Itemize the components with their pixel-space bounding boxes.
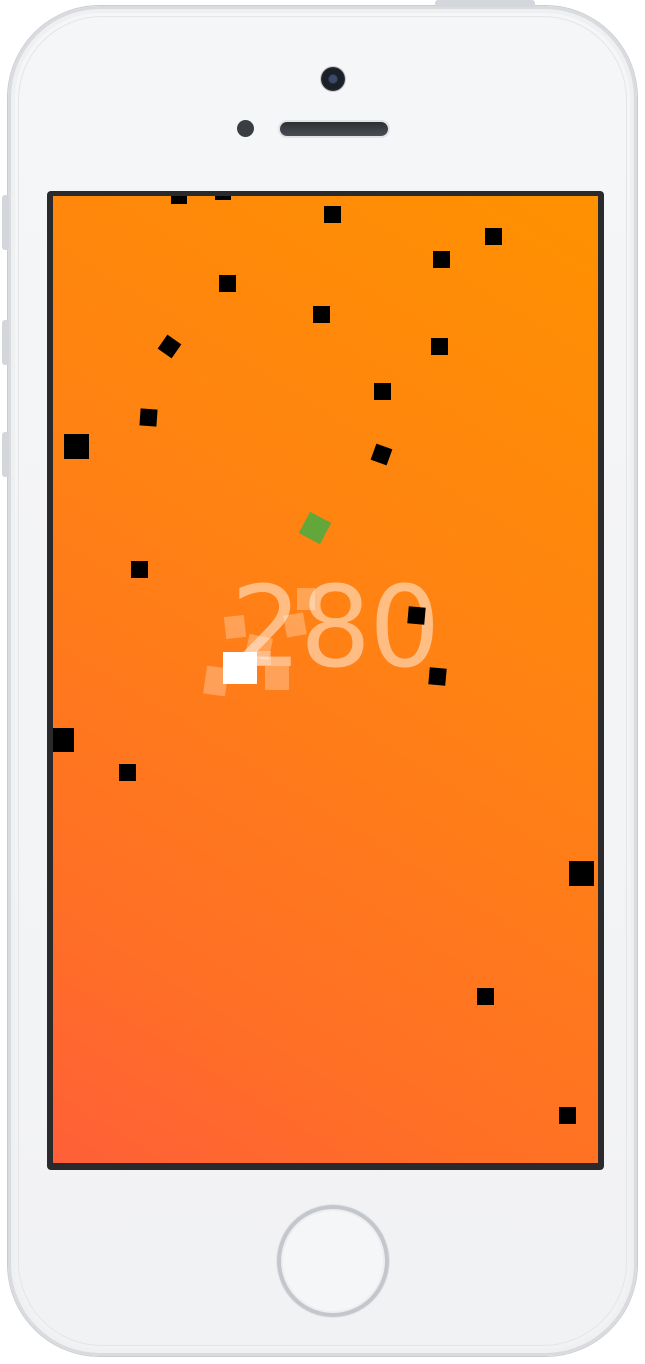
front-camera-icon xyxy=(321,67,345,91)
proximity-sensor-icon xyxy=(237,120,254,137)
obstacle xyxy=(119,764,136,781)
obstacle xyxy=(157,334,182,359)
player-trail xyxy=(297,588,315,610)
power-button xyxy=(435,0,535,7)
player-square xyxy=(223,652,257,684)
obstacle xyxy=(374,383,391,400)
earpiece-speaker-icon xyxy=(280,122,388,136)
obstacle xyxy=(219,275,236,292)
mute-switch xyxy=(2,195,9,250)
obstacle xyxy=(370,443,393,466)
obstacle xyxy=(324,206,341,223)
obstacle xyxy=(131,561,148,578)
obstacle xyxy=(485,228,502,245)
obstacle xyxy=(64,434,89,459)
obstacle xyxy=(313,306,330,323)
target-square xyxy=(298,511,332,545)
home-button-icon[interactable] xyxy=(277,1205,389,1317)
obstacle xyxy=(431,338,448,355)
game-screenshot: 280 xyxy=(0,0,645,1364)
obstacle xyxy=(477,988,494,1005)
obstacle xyxy=(215,196,231,200)
player-trail xyxy=(223,615,247,639)
obstacle xyxy=(139,408,158,427)
game-area[interactable]: 280 xyxy=(53,196,598,1163)
obstacle xyxy=(171,196,187,204)
obstacle xyxy=(407,606,426,625)
score-display: 280 xyxy=(230,563,441,693)
obstacle xyxy=(433,251,450,268)
obstacle xyxy=(569,861,594,886)
volume-down-button xyxy=(2,432,9,477)
obstacle xyxy=(559,1107,576,1124)
volume-up-button xyxy=(2,320,9,365)
obstacle xyxy=(53,728,74,752)
player-trail xyxy=(265,666,289,690)
player-trail xyxy=(283,612,307,638)
obstacle xyxy=(428,667,447,686)
